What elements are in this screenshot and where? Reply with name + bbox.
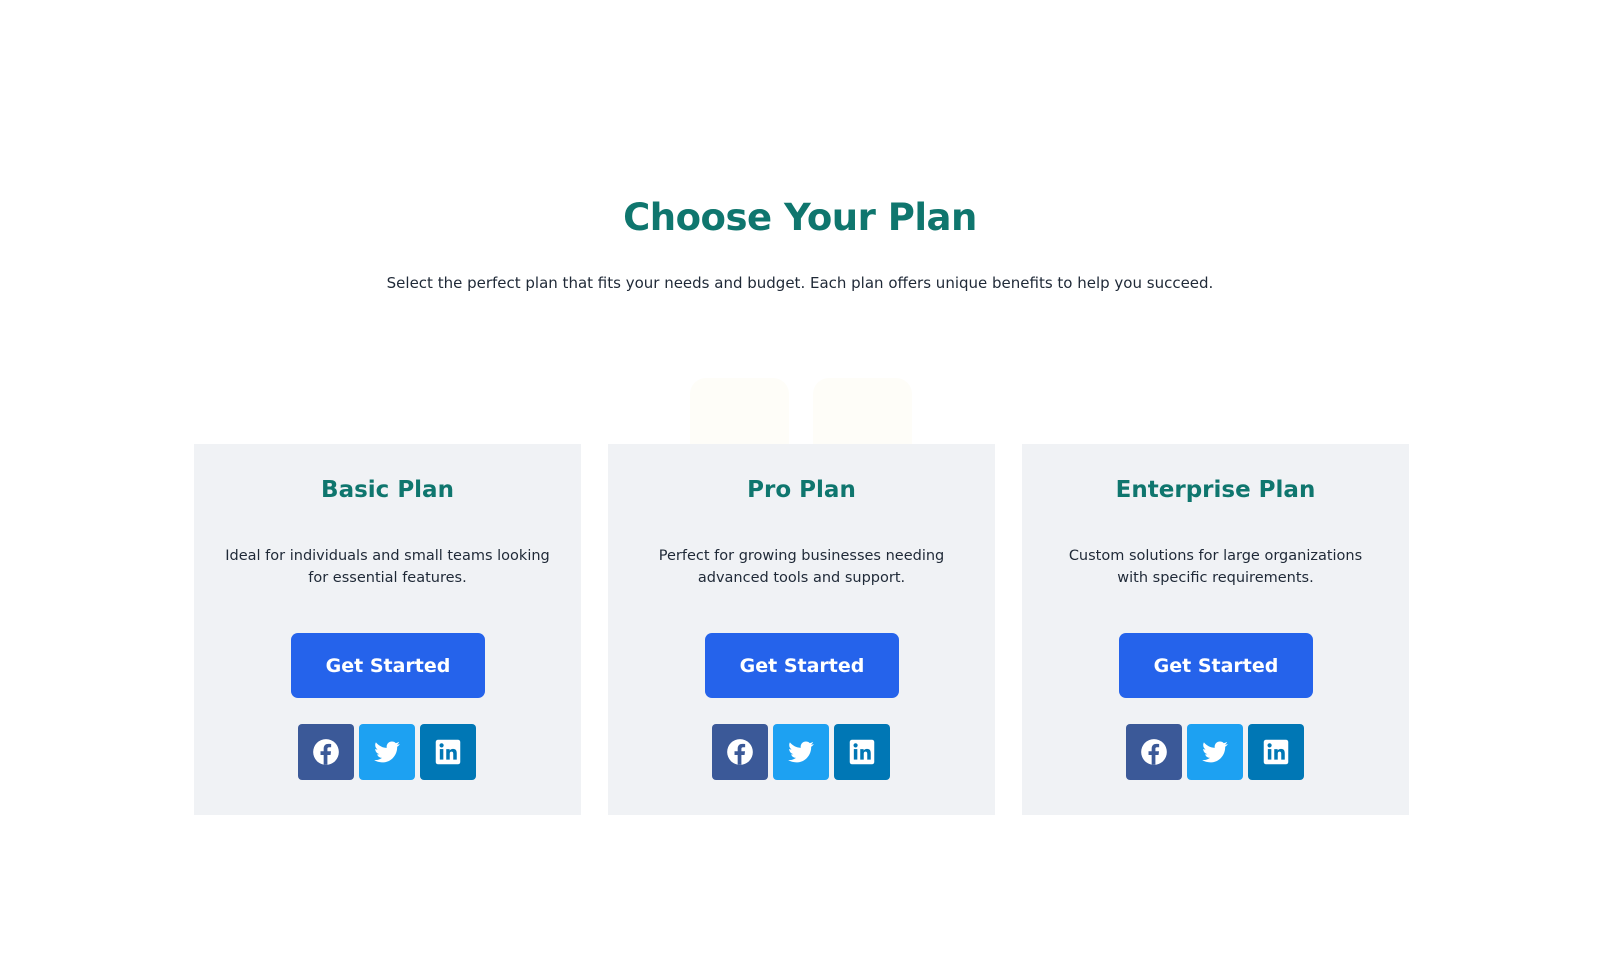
linkedin-icon (435, 739, 461, 765)
get-started-button[interactable]: Get Started (705, 633, 899, 698)
facebook-link[interactable] (298, 724, 354, 780)
facebook-link[interactable] (1126, 724, 1182, 780)
plan-title: Enterprise Plan (1115, 477, 1316, 503)
twitter-link[interactable] (359, 724, 415, 780)
plan-description: Custom solutions for large organizations… (1068, 548, 1363, 586)
social-links (1126, 724, 1306, 780)
plan-description: Ideal for individuals and small teams lo… (225, 548, 550, 586)
decorative-tab (813, 378, 912, 444)
page-title: Choose Your Plan (623, 196, 977, 239)
facebook-link[interactable] (712, 724, 768, 780)
linkedin-icon (1263, 739, 1289, 765)
social-links (298, 724, 478, 780)
twitter-link[interactable] (1187, 724, 1243, 780)
linkedin-link[interactable] (420, 724, 476, 780)
facebook-icon (313, 739, 339, 765)
plan-title: Basic Plan (321, 477, 454, 503)
get-started-button[interactable]: Get Started (1119, 633, 1313, 698)
twitter-link[interactable] (773, 724, 829, 780)
social-links (712, 724, 892, 780)
plan-card-enterprise: Enterprise Plan Custom solutions for lar… (1022, 444, 1409, 815)
facebook-icon (1141, 739, 1167, 765)
linkedin-link[interactable] (1248, 724, 1304, 780)
twitter-icon (1202, 741, 1228, 763)
plan-title: Pro Plan (747, 477, 856, 503)
plan-card-basic: Basic Plan Ideal for individuals and sma… (194, 444, 581, 815)
pricing-page: Choose Your Plan Select the perfect plan… (0, 0, 1600, 978)
linkedin-icon (849, 739, 875, 765)
linkedin-link[interactable] (834, 724, 890, 780)
page-subtitle: Select the perfect plan that fits your n… (386, 274, 1214, 292)
plan-card-pro: Pro Plan Perfect for growing businesses … (608, 444, 995, 815)
facebook-icon (727, 739, 753, 765)
twitter-icon (374, 741, 400, 763)
plan-description: Perfect for growing businesses needing a… (658, 548, 945, 586)
get-started-button[interactable]: Get Started (291, 633, 485, 698)
decorative-tab (690, 378, 789, 444)
twitter-icon (788, 741, 814, 763)
